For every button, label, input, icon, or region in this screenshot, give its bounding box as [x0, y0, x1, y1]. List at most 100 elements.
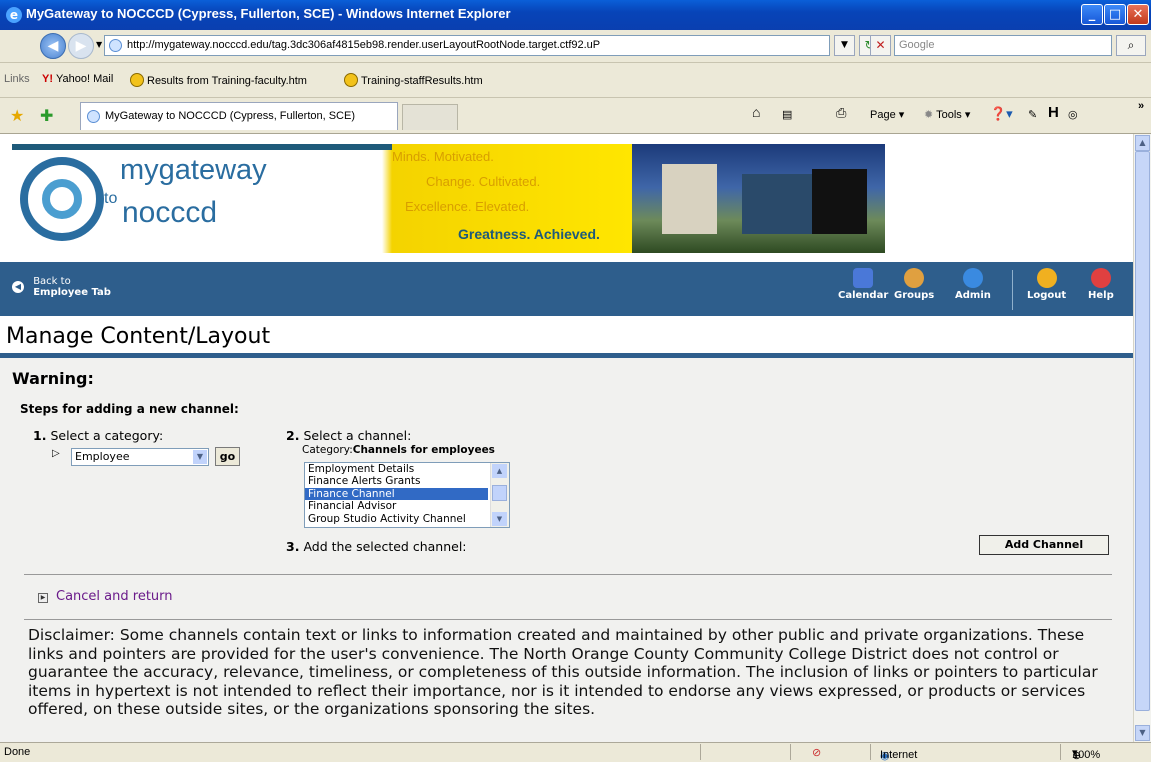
- groups-label: Groups: [894, 290, 935, 301]
- research-icon[interactable]: ✎: [1028, 108, 1037, 121]
- favorites-star-icon[interactable]: ★: [10, 106, 24, 125]
- favorite-icon: [344, 73, 358, 87]
- listbox-thumb[interactable]: [492, 485, 507, 501]
- calendar-button[interactable]: Calendar: [838, 268, 888, 301]
- link-training-faculty[interactable]: Results from Training-faculty.htm: [130, 73, 307, 87]
- maximize-button[interactable]: □: [1104, 4, 1126, 25]
- window-title-bar[interactable]: e MyGateway to NOCCCD (Cypress, Fullerto…: [0, 0, 1151, 30]
- building-shape: [812, 169, 867, 234]
- cancel-and-return-link[interactable]: ▶ Cancel and return: [38, 589, 173, 604]
- step1-num: 1.: [33, 428, 47, 443]
- list-item[interactable]: Financial Advisor: [305, 500, 488, 512]
- tab-mygateway[interactable]: MyGateway to NOCCCD (Cypress, Fullerton,…: [80, 102, 398, 130]
- divider: [24, 574, 1112, 575]
- search-input[interactable]: Google: [894, 35, 1112, 56]
- step3-num: 3.: [286, 539, 300, 554]
- groups-button[interactable]: Groups: [894, 268, 934, 301]
- category-caption: Category:Channels for employees: [302, 444, 495, 456]
- channel-listbox[interactable]: Employment Details Finance Alerts Grants…: [304, 462, 510, 528]
- back-button[interactable]: ◀: [40, 33, 66, 59]
- ie-logo-icon: e: [6, 7, 22, 23]
- close-window-button[interactable]: ✕: [1127, 4, 1149, 25]
- print-icon[interactable]: ⎙: [836, 105, 846, 121]
- zoom-control[interactable]: ⊕ 100% ▾: [1072, 746, 1100, 762]
- step2-label: 2. Select a channel:: [286, 428, 411, 443]
- calendar-icon: [853, 268, 874, 288]
- link-training-staff[interactable]: Training-staffResults.htm: [344, 73, 483, 87]
- address-bar-row: ◀ ▶ ▼ http://mygateway.nocccd.edu/tag.3d…: [0, 30, 1151, 63]
- list-item[interactable]: Group Studio Activity Channel: [305, 513, 488, 525]
- search-icon[interactable]: ⌕: [1116, 35, 1146, 56]
- calendar-label: Calendar: [838, 290, 889, 301]
- scrollbar-thumb[interactable]: [1135, 151, 1150, 711]
- chevron-down-icon[interactable]: ▼: [492, 512, 507, 526]
- page-menu[interactable]: Page ▾: [870, 108, 904, 121]
- add-channel-button[interactable]: Add Channel: [979, 535, 1109, 555]
- slogan-4: Greatness. Achieved.: [458, 226, 600, 242]
- step2-text: Select a channel:: [303, 428, 412, 443]
- status-bar: Done ⊘ ◉ Internet ⊕ 100% ▾: [0, 742, 1151, 762]
- forward-button[interactable]: ▶: [68, 33, 94, 59]
- tools-menu-label: Tools: [936, 109, 962, 121]
- add-favorite-icon[interactable]: ✚: [40, 106, 53, 125]
- list-item-selected[interactable]: Finance Channel: [305, 487, 488, 501]
- category-prefix: Category:: [302, 444, 353, 456]
- list-item[interactable]: Finance Alerts Grants: [305, 475, 488, 487]
- go-button[interactable]: go: [215, 447, 240, 466]
- banner-topbar: [12, 144, 392, 150]
- page-content: mygateway to nocccd Minds. Motivated. Ch…: [0, 134, 1133, 742]
- status-divider: [1060, 744, 1061, 760]
- admin-button[interactable]: Admin: [955, 268, 991, 301]
- gear-icon: [962, 268, 983, 288]
- page-menu-label: Page: [870, 109, 896, 121]
- page-scrollbar[interactable]: ▲ ▼: [1133, 134, 1151, 742]
- chevron-up-icon[interactable]: ▲: [1135, 135, 1150, 151]
- new-tab-button[interactable]: [402, 104, 458, 130]
- url-dropdown-icon[interactable]: ▼: [834, 35, 855, 56]
- history-dropdown-icon[interactable]: ▼: [96, 40, 102, 49]
- slogan-1: Minds. Motivated.: [392, 149, 494, 164]
- help-icon[interactable]: ❓▾: [990, 106, 1013, 122]
- chevron-up-icon[interactable]: ▲: [492, 464, 507, 478]
- logout-icon: [1036, 268, 1057, 288]
- building-shape: [662, 164, 717, 234]
- chevron-more-icon[interactable]: »: [1138, 100, 1144, 112]
- admin-label: Admin: [955, 290, 991, 301]
- url-text: http://mygateway.nocccd.edu/tag.3dc306af…: [127, 39, 601, 51]
- pointer-arrow-icon: ▷: [52, 448, 60, 459]
- minimize-button[interactable]: _: [1081, 4, 1103, 25]
- mygateway-logo-icon: [20, 157, 104, 241]
- feeds-icon[interactable]: ▤: [782, 108, 792, 121]
- privacy-icon[interactable]: ⊘: [812, 746, 821, 759]
- step3-label: 3. Add the selected channel:: [286, 539, 467, 554]
- gear-icon: ✹: [924, 109, 934, 121]
- list-item[interactable]: Employment Details: [305, 463, 488, 475]
- link-yahoo-mail[interactable]: Y! Yahoo! Mail: [42, 73, 113, 85]
- slogan-3: Excellence. Elevated.: [405, 199, 530, 214]
- category-name: Channels for employees: [352, 444, 495, 456]
- help-icon: [1090, 268, 1111, 288]
- page-icon: [109, 39, 122, 52]
- stop-icon[interactable]: ✕: [870, 35, 891, 56]
- tools-menu[interactable]: ✹ Tools ▾: [924, 108, 970, 121]
- logo-to: to: [104, 190, 118, 207]
- divider: [24, 619, 1112, 620]
- h-icon[interactable]: H: [1048, 104, 1059, 121]
- bullet-arrow-icon: ▶: [38, 593, 48, 603]
- status-text: Done: [4, 746, 31, 758]
- groups-icon: [904, 268, 925, 288]
- home-icon[interactable]: ⌂: [752, 104, 760, 120]
- category-select[interactable]: Employee ▼: [71, 448, 209, 466]
- url-input[interactable]: http://mygateway.nocccd.edu/tag.3dc306af…: [104, 35, 830, 56]
- links-bar: Links Y! Yahoo! Mail Results from Trainin…: [0, 63, 1151, 98]
- site-banner: mygateway to nocccd Minds. Motivated. Ch…: [12, 144, 885, 253]
- messenger-icon[interactable]: ◎: [1068, 108, 1078, 121]
- disclaimer-text: Disclaimer: Some channels contain text o…: [28, 626, 1098, 718]
- back-line2: Employee Tab: [33, 287, 111, 298]
- logout-button[interactable]: Logout: [1027, 268, 1066, 301]
- listbox-scrollbar[interactable]: ▲ ▼: [490, 463, 509, 527]
- back-to-employee-tab-link[interactable]: ◀ Back to Employee Tab: [12, 276, 111, 298]
- step1-text: Select a category:: [50, 428, 164, 443]
- help-button[interactable]: Help: [1088, 268, 1114, 301]
- chevron-down-icon[interactable]: ▼: [1135, 725, 1150, 741]
